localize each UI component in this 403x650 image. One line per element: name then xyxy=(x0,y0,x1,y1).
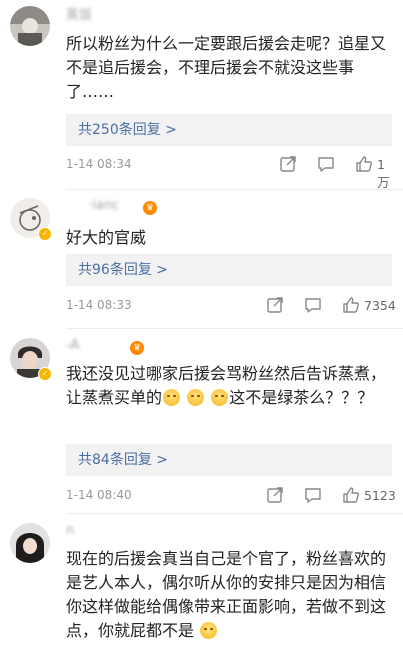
view-replies-button[interactable]: 共250条回复 > xyxy=(66,114,392,146)
like-count: 5123 xyxy=(364,488,396,503)
thumbs-up-icon[interactable] xyxy=(342,486,360,506)
comment-text-part: 现在的后援会真当自己是个官了，粉丝喜欢的是艺人本人，偶尔听从你的安排只是因为相信… xyxy=(66,549,387,640)
comment-item: ✓ -A ♛ 我还没见过哪家后援会骂粉丝然后告诉蒸煮，让蒸煮买单的 这不是绿茶么… xyxy=(0,330,403,515)
comment-item: n 现在的后援会真当自己是个官了，粉丝喜欢的是艺人本人，偶尔听从你的安排只是因为… xyxy=(0,515,403,650)
comment-item: ✓ ·ianc ♛ 好大的官威 共96条回复 > 1-14 08:33 7354 xyxy=(0,190,403,330)
crown-badge-icon: ♛ xyxy=(130,341,144,355)
share-icon[interactable] xyxy=(266,486,284,506)
share-icon[interactable] xyxy=(266,296,284,316)
divider xyxy=(66,513,403,514)
comment-icon[interactable] xyxy=(304,486,322,506)
comment-text: 好大的官威 xyxy=(66,228,147,247)
comment-meta: 1-14 08:33 7354 xyxy=(66,296,396,316)
comment-author[interactable]: n xyxy=(66,523,74,538)
smile-emoji-icon xyxy=(200,622,218,639)
smile-emoji-icon xyxy=(187,389,205,406)
comment-author[interactable]: 蒸饭 xyxy=(66,4,92,23)
comment-text: 现在的后援会真当自己是个官了，粉丝喜欢的是艺人本人，偶尔听从你的安排只是因为相信… xyxy=(66,547,388,643)
comment-meta: 1-14 08:34 1万 xyxy=(66,155,396,190)
comment-time: 1-14 08:33 xyxy=(66,298,132,312)
comment-text: 我还没见过哪家后援会骂粉丝然后告诉蒸煮，让蒸煮买单的 这不是绿茶么？？？ xyxy=(66,362,388,410)
thumbs-up-icon[interactable] xyxy=(342,296,360,316)
comment-time: 1-14 08:40 xyxy=(66,488,132,502)
comment-author[interactable]: -A xyxy=(66,338,79,353)
like-count: 7354 xyxy=(364,298,396,313)
comment-icon[interactable] xyxy=(317,155,335,175)
divider xyxy=(66,328,403,329)
like-count: 1万 xyxy=(377,157,390,190)
view-replies-button[interactable]: 共96条回复 > xyxy=(66,254,392,286)
comment-text-part: 这不是绿茶么？？？ xyxy=(229,388,374,407)
smile-emoji-icon xyxy=(163,389,181,406)
verified-badge-icon: ✓ xyxy=(38,367,52,381)
verified-badge-icon: ✓ xyxy=(38,227,52,241)
smile-emoji-icon xyxy=(211,389,229,406)
crown-badge-icon: ♛ xyxy=(143,201,157,215)
comment-text: 所以粉丝为什么一定要跟后援会走呢？追星又不是追后援会，不理后援会不就没这些事了…… xyxy=(66,34,387,101)
thumbs-up-icon[interactable] xyxy=(355,155,373,175)
avatar[interactable] xyxy=(10,6,50,46)
comment-item: 蒸饭 所以粉丝为什么一定要跟后援会走呢？追星又不是追后援会，不理后援会不就没这些… xyxy=(0,0,403,190)
comment-time: 1-14 08:34 xyxy=(66,157,132,171)
comment-meta: 1-14 08:40 5123 xyxy=(66,486,396,506)
avatar[interactable] xyxy=(10,523,50,563)
comment-icon[interactable] xyxy=(304,296,322,316)
comment-author[interactable]: ·ianc xyxy=(88,198,119,213)
view-replies-button[interactable]: 共84条回复 > xyxy=(66,444,392,476)
share-icon[interactable] xyxy=(279,155,297,175)
